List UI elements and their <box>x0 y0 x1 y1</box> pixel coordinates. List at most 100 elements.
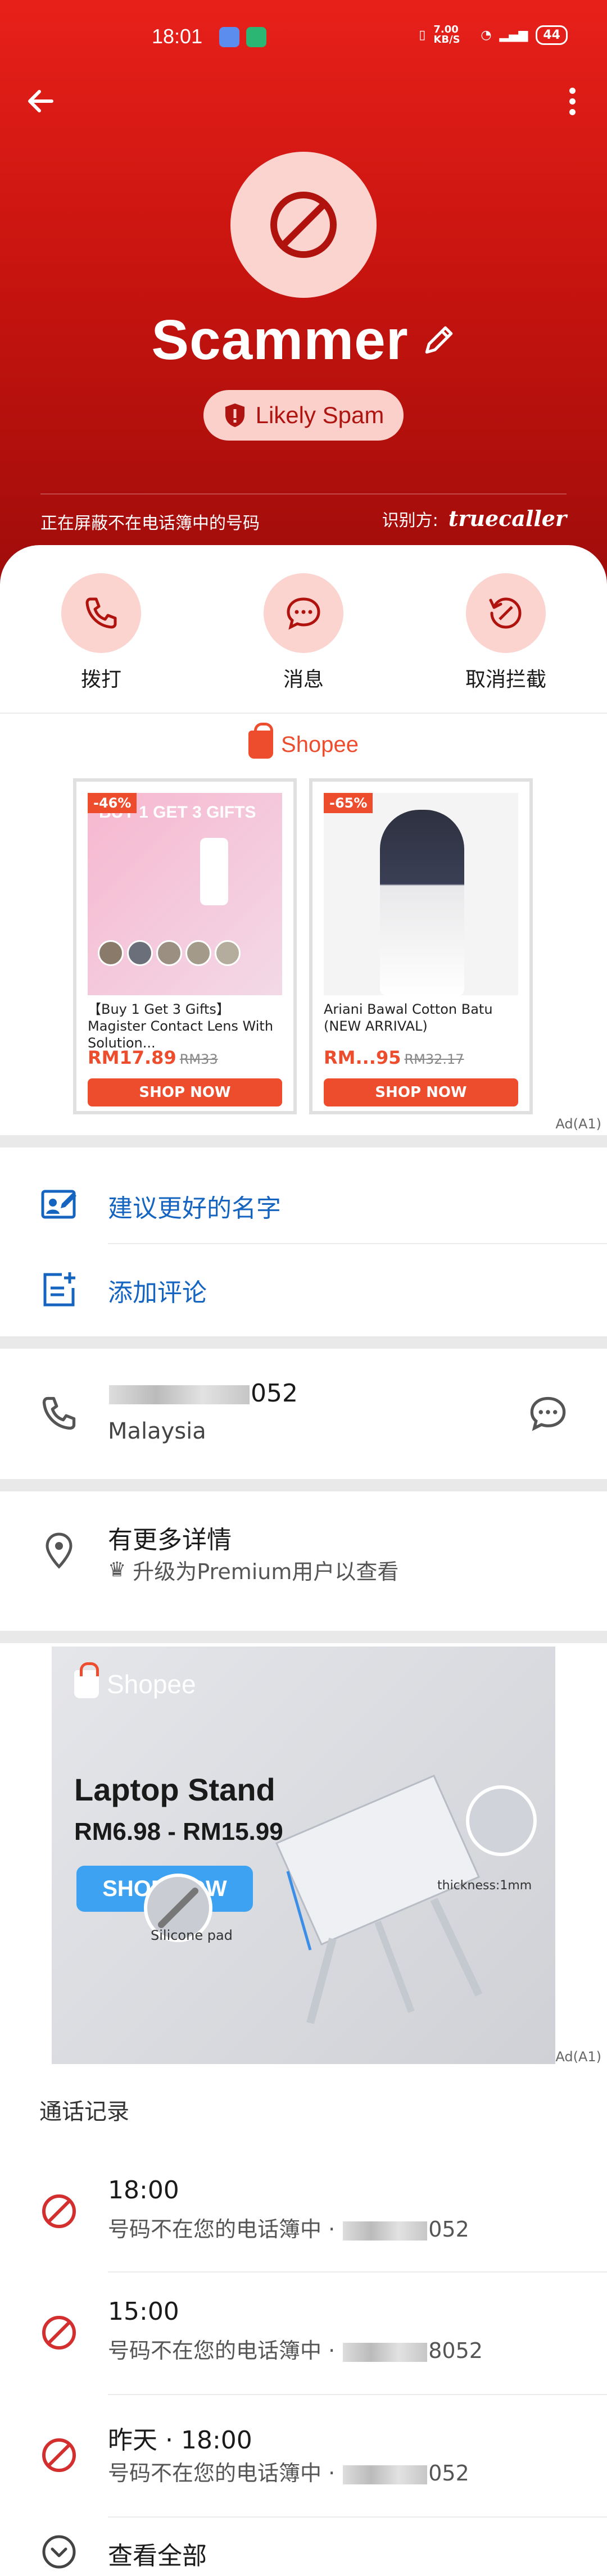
status-indicators: ▯ 7.00 KB/S ◔ ▂▄▆ 44 <box>419 25 568 45</box>
blocked-call-icon <box>42 2194 76 2228</box>
dot-icon <box>569 98 576 105</box>
add-note-icon <box>43 1272 75 1307</box>
phone-number-row[interactable]: 052 Malaysia <box>0 1349 607 1478</box>
truecaller-logo: truecaller <box>448 506 567 531</box>
network-speed: 7.00 KB/S <box>433 24 460 46</box>
product-price: RM17.89 RM33 <box>88 1047 218 1068</box>
call-desc: 号码不在您的电话簿中 · 8052 <box>108 2333 483 2364</box>
blocked-call-icon <box>42 2438 76 2472</box>
shopee-brand: Shopee <box>281 732 359 757</box>
shopee-brand: Shopee <box>74 1662 196 1699</box>
old-price: RM32.17 <box>404 1051 464 1067</box>
ad-label: Ad(A1) <box>555 1116 601 1132</box>
dot-icon <box>569 87 576 94</box>
view-all-label: 查看全部 <box>108 2542 207 2570</box>
message-button[interactable]: 消息 <box>236 573 371 692</box>
unblock-icon <box>489 597 522 629</box>
divider <box>0 713 607 714</box>
product-image <box>324 793 518 995</box>
call-desc-text: 号码不在您的电话簿中 · <box>108 2338 342 2363</box>
call-desc: 号码不在您的电话簿中 · 052 <box>108 2456 469 2487</box>
suggest-name-row[interactable]: 建议更好的名字 <box>0 1163 607 1248</box>
call-number-suffix: 052 <box>428 2217 469 2242</box>
vibrate-icon: ▯ <box>419 28 426 42</box>
unblock-button[interactable]: 取消拦截 <box>438 573 573 692</box>
premium-hint-text: 升级为Premium用户以查看 <box>133 1559 399 1584</box>
model-figure <box>380 810 464 995</box>
edit-pencil-icon[interactable] <box>421 323 456 358</box>
number-suffix: 052 <box>251 1379 298 1408</box>
divider <box>108 2516 607 2518</box>
contact-name: Scammer <box>151 309 409 371</box>
product-price: RM...95 RM32.17 <box>324 1047 464 1068</box>
identified-by: 识别方: truecaller <box>382 506 567 531</box>
price-value: RM17.89 <box>88 1047 176 1068</box>
action-row: 拨打 消息 取消拦截 <box>0 573 607 691</box>
add-comment-row[interactable]: 添加评论 <box>0 1244 607 1334</box>
redacted-number <box>343 2221 428 2241</box>
product-image: BUY 1 GET 3 GIFTS <box>88 793 282 995</box>
call-desc-text: 号码不在您的电话簿中 · <box>108 2461 342 2486</box>
phone-icon <box>42 1396 76 1430</box>
discount-badge: -65% <box>324 793 373 813</box>
unblock-circle <box>466 573 546 653</box>
unblock-label: 取消拦截 <box>465 668 546 691</box>
section-divider <box>0 1631 607 1643</box>
blocked-call-icon <box>42 2316 76 2350</box>
solution-bottle <box>200 838 228 905</box>
more-options-button[interactable] <box>561 84 583 118</box>
add-comment-label: 添加评论 <box>108 1278 207 1307</box>
divider <box>40 493 567 495</box>
premium-hint: ♛ 升级为Premium用户以查看 <box>108 1554 398 1585</box>
country-label: Malaysia <box>108 1418 206 1444</box>
chevron-down-circle-icon <box>42 2535 76 2569</box>
identified-by-label: 识别方: <box>382 510 438 530</box>
spam-badge: Likely Spam <box>203 390 404 441</box>
back-button[interactable] <box>24 84 57 118</box>
shopee-bag-icon <box>248 723 274 759</box>
shopee-brand-text: Shopee <box>107 1670 196 1699</box>
call-log-item[interactable]: 15:00 号码不在您的电话簿中 · 8052 <box>0 2274 607 2395</box>
thickness-note: thickness:1mm <box>437 1879 532 1893</box>
product-title: Ariani Bawal Cotton Batu (NEW ARRIVAL) <box>324 1001 493 1034</box>
more-details-title: 有更多详情 <box>108 1526 232 1554</box>
shop-now-button[interactable]: SHOP NOW <box>324 1078 518 1106</box>
shield-icon <box>225 403 244 427</box>
call-log-title: 通话记录 <box>39 2099 129 2125</box>
call-log-item[interactable]: 18:00 号码不在您的电话簿中 · 052 <box>0 2152 607 2274</box>
phone-icon <box>85 597 117 629</box>
ad-headline: Laptop Stand <box>74 1772 275 1807</box>
more-details-row[interactable]: 有更多详情 ♛ 升级为Premium用户以查看 <box>0 1491 607 1615</box>
avatar <box>230 152 377 298</box>
dot-icon <box>569 108 576 115</box>
old-price: RM33 <box>179 1051 218 1067</box>
app-notification-icon <box>246 27 266 47</box>
call-desc-text: 号码不在您的电话簿中 · <box>108 2217 342 2242</box>
section-divider <box>0 1479 607 1491</box>
call-button[interactable]: 拨打 <box>34 573 169 692</box>
location-pin-icon <box>46 1532 73 1569</box>
call-circle <box>61 573 141 653</box>
crown-icon: ♛ <box>108 1558 126 1581</box>
call-desc: 号码不在您的电话簿中 · 052 <box>108 2212 469 2243</box>
message-icon[interactable] <box>528 1394 568 1433</box>
message-label: 消息 <box>283 668 324 691</box>
shop-now-button[interactable]: SHOP NOW <box>88 1078 282 1106</box>
laptop-stand-ad-banner[interactable]: Shopee Laptop Stand RM6.98 - RM15.99 SHO… <box>52 1647 555 2064</box>
status-bar: 18:01 ▯ 7.00 KB/S ◔ ▂▄▆ 44 <box>0 21 607 55</box>
spam-badge-label: Likely Spam <box>255 402 384 428</box>
shopee-ad-header[interactable]: Shopee <box>0 723 607 759</box>
redacted-number <box>343 2342 428 2362</box>
silicone-note: Silicone pad <box>151 1928 233 1943</box>
battery-icon: 44 <box>536 25 568 45</box>
product-card[interactable]: BUY 1 GET 3 GIFTS -46% 【Buy 1 Get 3 Gift… <box>73 778 297 1114</box>
product-card[interactable]: -65% Ariani Bawal Cotton Batu (NEW ARRIV… <box>309 778 533 1114</box>
view-all-row[interactable]: 查看全部 <box>0 2519 607 2576</box>
call-log-item[interactable]: 昨天 · 18:00 号码不在您的电话簿中 · 052 <box>0 2396 607 2518</box>
app-notification-icon <box>219 27 239 47</box>
call-label: 拨打 <box>80 668 121 691</box>
status-time: 18:01 <box>152 25 203 48</box>
divider <box>108 2394 607 2395</box>
suggest-name-label: 建议更好的名字 <box>108 1194 281 1223</box>
signal-icon: ▂▄▆ <box>499 28 528 42</box>
